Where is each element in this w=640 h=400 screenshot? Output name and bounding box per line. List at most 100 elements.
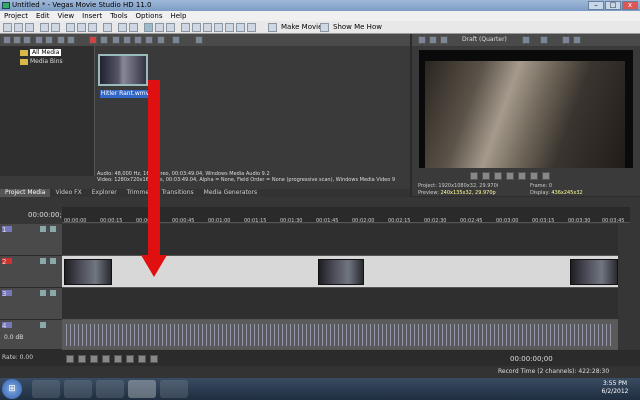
search-media-icon[interactable] [157,36,165,44]
loop-icon[interactable] [470,172,478,180]
trim-icon[interactable] [214,23,223,32]
go-to-end-icon[interactable] [542,172,550,180]
delete-media-icon[interactable] [89,36,97,44]
envelope-tool-icon[interactable] [155,23,164,32]
explorer-icon[interactable] [64,380,92,398]
autoripple-icon[interactable] [129,23,138,32]
start-preview-icon[interactable] [112,36,120,44]
track-header-2[interactable]: 2 [0,256,62,288]
vegas-icon[interactable] [160,380,188,398]
tab-video-fx[interactable]: Video FX [50,189,86,197]
save-icon[interactable] [25,23,34,32]
capture-video-icon[interactable] [13,36,21,44]
region-icon[interactable] [236,23,245,32]
zoom-tool-icon[interactable] [166,23,175,32]
maximize-button[interactable]: □ [605,1,621,10]
tab-transitions[interactable]: Transitions [157,189,199,197]
import-media-icon[interactable] [3,36,11,44]
video-clip[interactable] [64,259,112,285]
tags-icon[interactable] [195,36,203,44]
solo-icon[interactable] [50,226,56,232]
pause-icon[interactable] [506,172,514,180]
solo-icon[interactable] [50,258,56,264]
new-icon[interactable] [3,23,12,32]
paste-icon[interactable] [88,23,97,32]
track-header-3[interactable]: 3 [0,288,62,320]
make-movie-button[interactable]: Make Movie [281,22,322,33]
save-snapshot-icon[interactable] [573,36,581,44]
external-monitor-icon[interactable] [429,36,437,44]
mute-icon[interactable] [40,258,46,264]
play-from-start-icon[interactable] [90,355,98,363]
get-media-web-icon[interactable] [35,36,43,44]
snap-icon[interactable] [118,23,127,32]
properties-icon[interactable] [100,36,108,44]
menu-options[interactable]: Options [135,11,162,21]
media-file-name[interactable]: Hitler Rant.wmv [100,90,150,98]
play-icon[interactable] [494,172,502,180]
menu-help[interactable]: Help [170,11,186,21]
lock-icon[interactable] [247,23,256,32]
volume-icon[interactable] [145,36,153,44]
tree-item-media-bins[interactable]: Media Bins [20,58,63,66]
split-screen-icon[interactable] [540,36,548,44]
marker-icon[interactable] [225,23,234,32]
undo-icon[interactable] [40,23,49,32]
menu-edit[interactable]: Edit [36,11,50,21]
tab-project-media[interactable]: Project Media [0,189,51,197]
media-player-icon[interactable] [96,380,124,398]
solo-icon[interactable] [50,290,56,296]
video-clip[interactable] [570,259,618,285]
track-volume[interactable]: 0.0 dB [4,334,23,341]
menu-insert[interactable]: Insert [82,11,102,21]
normal-edit-tool-icon[interactable] [144,23,153,32]
show-me-how-icon[interactable] [320,23,329,32]
tab-media-generators[interactable]: Media Generators [199,189,263,197]
copy-icon[interactable] [77,23,86,32]
track-lane-1[interactable] [62,224,618,256]
menu-tools[interactable]: Tools [110,11,127,21]
get-photos-icon[interactable] [23,36,31,44]
video-fx-icon[interactable] [440,36,448,44]
pause-icon[interactable] [114,355,122,363]
tree-item-all-media[interactable]: All Media [20,49,62,57]
open-icon[interactable] [14,23,23,32]
menu-project[interactable]: Project [4,11,28,21]
audio-lane-4[interactable] [62,320,618,350]
event-pan-crop-icon[interactable] [192,23,201,32]
delete-icon[interactable] [103,23,112,32]
stop-preview-icon[interactable] [123,36,131,44]
go-to-start-icon[interactable] [138,355,146,363]
mute-icon[interactable] [40,226,46,232]
start-button[interactable]: ⊞ [2,379,22,399]
tab-explorer[interactable]: Explorer [87,189,122,197]
video-clip[interactable] [318,259,364,285]
track-header-1[interactable]: 1 [0,224,62,256]
views-icon[interactable] [172,36,180,44]
mute-icon[interactable] [40,290,46,296]
remove-unused-icon[interactable] [45,36,53,44]
make-movie-icon[interactable] [268,23,277,32]
minimize-button[interactable]: – [588,1,604,10]
close-button[interactable]: x [622,1,638,10]
stop-icon[interactable] [518,172,526,180]
play-from-start-icon[interactable] [482,172,490,180]
event-fx-icon[interactable] [181,23,190,32]
preview-quality-select[interactable]: Draft (Quarter) [462,34,507,46]
show-me-how-button[interactable]: Show Me How [333,22,382,33]
cursor-position[interactable]: 00:00:00;00 [510,355,553,363]
webcam-icon[interactable] [128,380,156,398]
go-to-start-icon[interactable] [530,172,538,180]
media-thumbnail[interactable] [98,54,148,86]
mute-icon[interactable] [40,322,46,328]
menu-view[interactable]: View [58,11,75,21]
auto-preview-toggle-icon[interactable] [134,36,142,44]
play-icon[interactable] [102,355,110,363]
track-header-4[interactable]: 4 0.0 dB [0,320,62,350]
media-fx-icon[interactable] [57,36,65,44]
stop-icon[interactable] [126,355,134,363]
preview-properties-icon[interactable] [418,36,426,44]
go-to-end-icon[interactable] [150,355,158,363]
system-clock[interactable]: 3:55 PM 6/2/2012 [590,380,640,398]
split-icon[interactable] [203,23,212,32]
